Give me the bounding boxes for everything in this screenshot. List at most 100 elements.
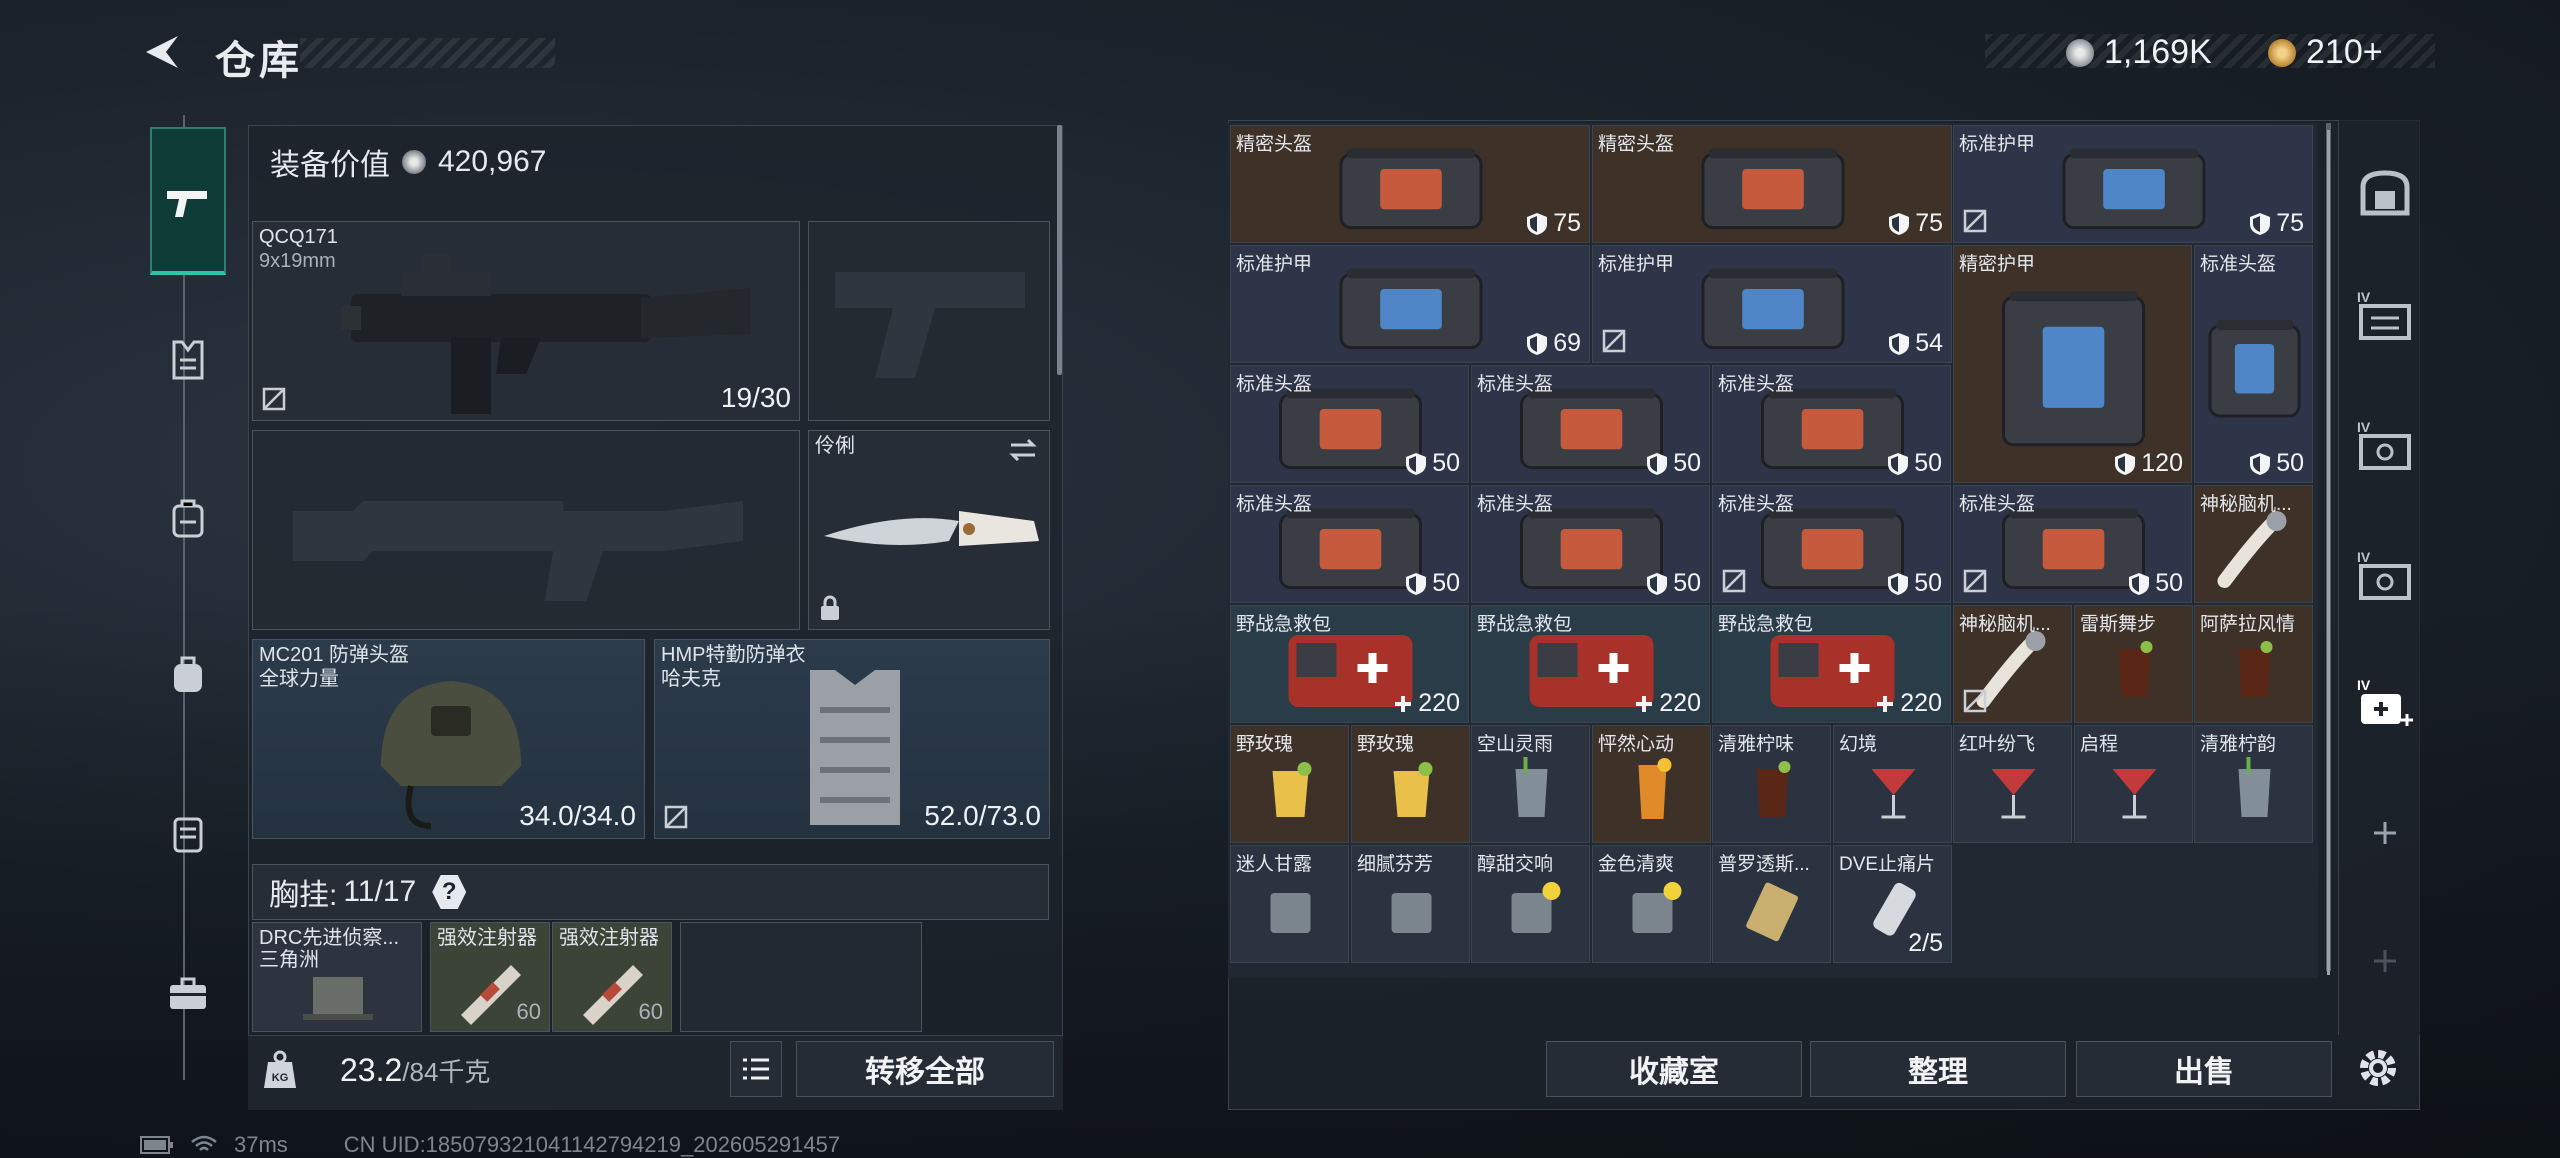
stash-item-label: 金色清爽 — [1598, 854, 1675, 875]
helmet-slot[interactable]: MC201 防弹头盔 全球力量 34.0/34.0 — [252, 639, 645, 839]
stash-item[interactable]: 幻境 — [1833, 725, 1952, 843]
settings-gear-icon[interactable] — [2343, 1033, 2413, 1103]
secondary-weapon-slot[interactable] — [252, 430, 800, 630]
stash-item[interactable]: 标准护甲 54 — [1592, 245, 1952, 363]
stash-item[interactable]: 野玫瑰 — [1351, 725, 1470, 843]
stash-item-value: 50 — [1673, 449, 1701, 477]
stash-item[interactable]: 细腻芬芳 — [1351, 845, 1470, 963]
shield-icon — [2115, 452, 2136, 475]
stash-item-value: 50 — [1914, 569, 1942, 597]
stash-item[interactable]: 迷人甘露 — [1230, 845, 1349, 963]
stash-item-value-wrap: 50 — [1405, 569, 1460, 598]
stash-item-value: 2/5 — [1908, 929, 1943, 957]
stash-item[interactable]: 醇甜交响 — [1471, 845, 1590, 963]
stash-item[interactable]: 金色清爽 — [1592, 845, 1711, 963]
stash-page-iv-icon[interactable]: IV — [2350, 410, 2420, 480]
primary-weapon-slot[interactable]: QCQ171 9x19mm 19/30 — [252, 221, 800, 421]
gold-currency[interactable]: 210+ — [2268, 33, 2383, 72]
stash-item[interactable]: 清雅柠味 — [1712, 725, 1831, 843]
lock-icon — [821, 595, 839, 620]
stash-item[interactable]: 标准头盔 50 — [1712, 365, 1951, 483]
stash-page-iv-icon[interactable]: IV — [2350, 280, 2420, 350]
stash-scroll-thumb[interactable] — [2327, 130, 2330, 975]
silver-coin-icon — [402, 150, 426, 174]
sidebar-tab-case[interactable] — [150, 795, 226, 871]
stash-item[interactable]: 启程 — [2074, 725, 2193, 843]
rig-item-count: 60 — [516, 999, 541, 1024]
help-button[interactable]: ? — [432, 875, 467, 909]
stash-item[interactable]: 精密头盔 75 — [1230, 125, 1590, 243]
stash-item-value-wrap: 220 — [1875, 689, 1942, 718]
stash-item[interactable]: 神秘脑机... — [2194, 485, 2313, 603]
stash-page-iv-active-icon[interactable]: IV — [2350, 668, 2420, 738]
stash-item[interactable]: 标准头盔 50 — [1230, 365, 1469, 483]
heal-plus-icon — [1395, 695, 1412, 712]
stash-item[interactable]: 标准头盔 50 — [2194, 245, 2313, 483]
melee-slot[interactable]: 伶俐 — [808, 430, 1050, 630]
stash-item[interactable]: 标准头盔 50 — [1471, 485, 1710, 603]
stash-item-label: DVE止痛片 — [1839, 854, 1936, 875]
stash-item[interactable]: 标准护甲 75 — [1953, 125, 2313, 243]
stash-item[interactable]: 标准护甲 69 — [1230, 245, 1590, 363]
weight-max: /84千克 — [402, 1057, 491, 1087]
shield-icon — [1647, 572, 1668, 595]
stash-item[interactable]: 普罗透斯... — [1712, 845, 1831, 963]
stash-item[interactable]: 清雅柠韵 — [2194, 725, 2313, 843]
stash-item[interactable]: 野战急救包 220 — [1712, 605, 1951, 723]
silver-coin-icon — [2066, 38, 2094, 67]
stash-item[interactable]: 野玫瑰 — [1230, 725, 1349, 843]
sidebar-tab-bag[interactable] — [150, 636, 226, 712]
stash-item[interactable]: 精密护甲 120 — [1953, 245, 2192, 483]
equip-value-label: 装备价值 — [270, 149, 390, 182]
collection-button[interactable]: 收藏室 — [1546, 1041, 1802, 1097]
safebox-icon[interactable] — [2350, 158, 2420, 228]
stash-item[interactable]: 精密头盔 75 — [1592, 125, 1952, 243]
transfer-all-button[interactable]: 转移全部 — [796, 1041, 1054, 1097]
stash-item[interactable]: 野战急救包 220 — [1230, 605, 1469, 723]
rig-item-drc[interactable]: DRC先进侦察... 三角洲 — [252, 922, 422, 1032]
stash-item[interactable]: 阿萨拉风情 — [2194, 605, 2313, 723]
stash-item-label: 普罗透斯... — [1718, 854, 1810, 875]
stash-item-value: 75 — [2276, 209, 2304, 237]
back-arrow-icon[interactable] — [140, 30, 184, 74]
weapon-name: QCQ171 — [259, 226, 338, 248]
list-view-button[interactable] — [730, 1041, 782, 1097]
stash-item-value: 120 — [2141, 449, 2183, 477]
armor-slot[interactable]: HMP特勤防弹衣 哈夫克 52.0/73.0 — [654, 639, 1050, 839]
stash-item[interactable]: 标准头盔 50 — [1953, 485, 2192, 603]
stash-page-iv-icon[interactable]: IV — [2350, 540, 2420, 610]
rig-empty-slot[interactable] — [680, 922, 922, 1032]
sort-button[interactable]: 整理 — [1810, 1041, 2066, 1097]
stash-item-value: 50 — [1673, 569, 1701, 597]
sidebar-tab-backpack[interactable] — [150, 480, 226, 556]
stash-item[interactable]: 标准头盔 50 — [1471, 365, 1710, 483]
pistol-slot[interactable] — [808, 221, 1050, 421]
sidebar-tab-vest[interactable] — [150, 322, 226, 398]
equipment-scrollbar[interactable] — [1057, 125, 1062, 375]
stash-item[interactable]: 标准头盔 50 — [1230, 485, 1469, 603]
stash-item[interactable]: 雷斯舞步 — [2074, 605, 2193, 723]
stash-item[interactable]: 怦然心动 — [1592, 725, 1711, 843]
stash-item-label: 标准头盔 — [2200, 254, 2277, 275]
stash-item-value-wrap: 50 — [1646, 449, 1701, 478]
stash-item[interactable]: 神秘脑机... — [1953, 605, 2072, 723]
stash-item[interactable]: 野战急救包 220 — [1471, 605, 1710, 723]
add-container-icon[interactable] — [2350, 798, 2420, 868]
rig-item-syringe[interactable]: 强效注射器 60 — [552, 922, 672, 1032]
sell-button[interactable]: 出售 — [2076, 1041, 2332, 1097]
stash-item[interactable]: 标准头盔 50 — [1712, 485, 1951, 603]
stash-item-label: 标准头盔 — [1718, 494, 1795, 515]
stash-item-value-wrap: 75 — [2249, 209, 2304, 238]
stash-item[interactable]: 空山灵雨 — [1471, 725, 1590, 843]
silver-amount: 1,169K — [2104, 33, 2212, 71]
stash-item[interactable]: DVE止痛片 2/5 — [1833, 845, 1952, 963]
sidebar-tab-toolbox[interactable] — [150, 955, 226, 1031]
melee-name: 伶俐 — [815, 435, 855, 457]
stash-item[interactable]: 红叶纷飞 — [1953, 725, 2072, 843]
silver-currency[interactable]: 1,169K — [2066, 33, 2212, 72]
no-insure-icon — [1963, 209, 1987, 233]
swap-icon[interactable] — [1007, 437, 1039, 463]
shield-icon — [1889, 332, 1910, 355]
rig-item-syringe[interactable]: 强效注射器 60 — [430, 922, 550, 1032]
stash-item-label: 幻境 — [1839, 734, 1878, 755]
